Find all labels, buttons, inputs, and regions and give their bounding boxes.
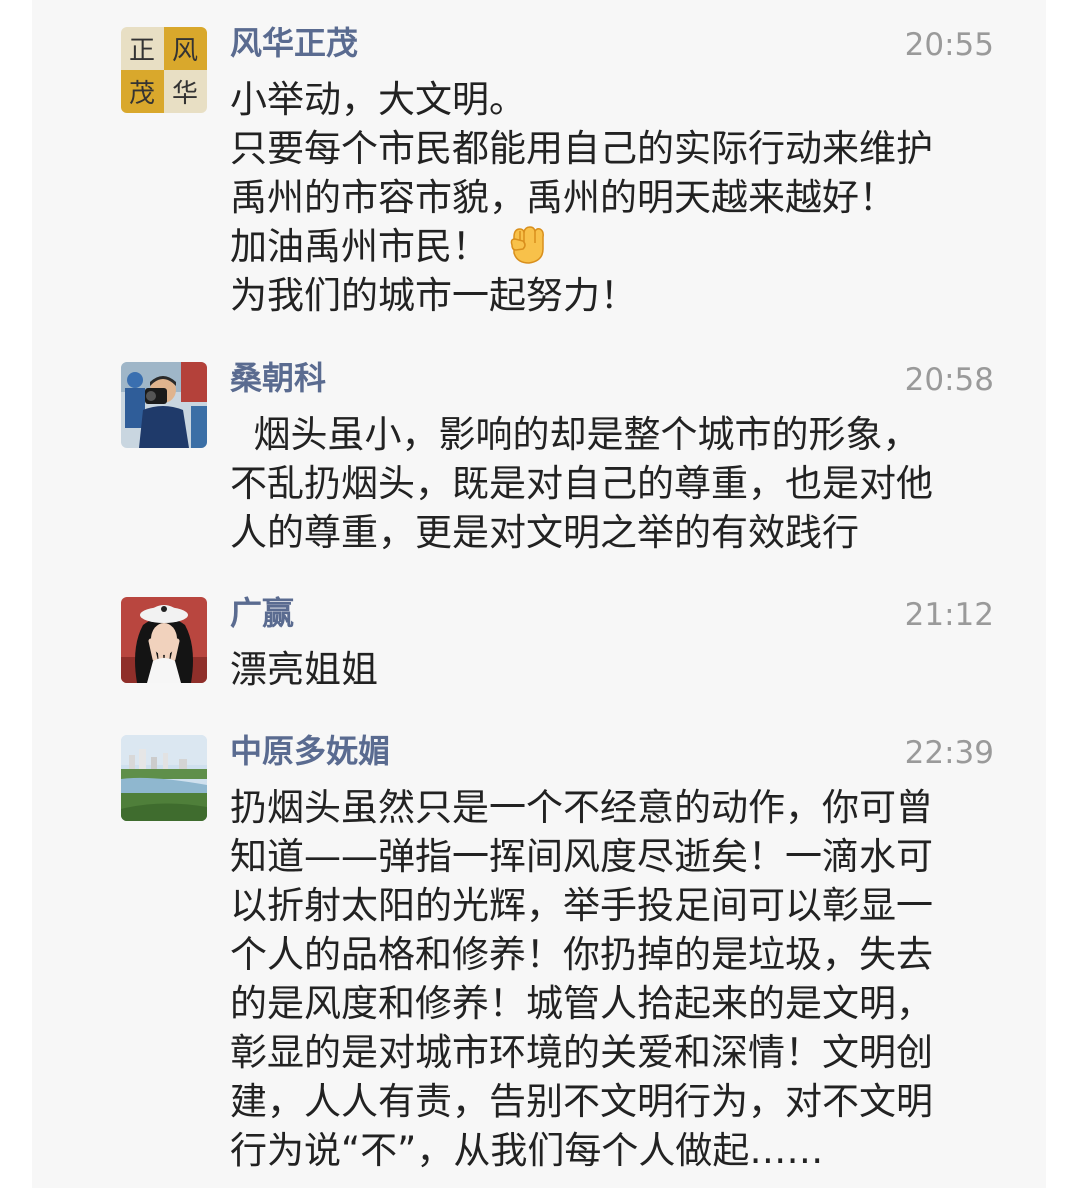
comment-line: 扔烟头虽然只是一个不经意的动作，你可曾	[230, 786, 933, 829]
commenter-name[interactable]: 中原多妩媚	[230, 731, 390, 771]
comment-line: 建，人人有责，告别不文明行为，对不文明	[230, 1080, 933, 1123]
comment-line: 为我们的城市一起努力！	[230, 274, 637, 317]
comment-line: 知道——弹指一挥间风度尽逝矣！一滴水可	[230, 835, 933, 878]
comment-line: 的是风度和修养！城管人拾起来的是文明，	[230, 982, 933, 1025]
comment-line: 不乱扔烟头，既是对自己的尊重，也是对他	[230, 462, 933, 505]
comment-text: 小举动，大文明。 只要每个市民都能用自己的实际行动来维护 禹州的市容市貌，禹州的…	[230, 75, 1014, 320]
comment-line: 只要每个市民都能用自己的实际行动来维护	[230, 127, 933, 170]
commenter-name[interactable]: 广赢	[230, 593, 294, 633]
comment-line: 小举动，大文明。	[230, 78, 526, 121]
comment-line-with-emoji: 加油禹州市民！	[230, 222, 1014, 271]
calligraphy-avatar-icon[interactable]: 正 风 茂 华	[121, 27, 207, 113]
comment-line: 加油禹州市民！	[230, 225, 489, 268]
comment-text: 扔烟头虽然只是一个不经意的动作，你可曾 知道——弹指一挥间风度尽逝矣！一滴水可 …	[230, 783, 1014, 1175]
comment-list: 正 风 茂 华 风华正茂 20:55 小举动，大文明。 只要每个市民都能用自己的…	[32, 0, 1046, 1188]
girl-avatar-icon[interactable]	[121, 597, 207, 683]
comment-line: 个人的品格和修养！你扔掉的是垃圾，失去	[230, 933, 933, 976]
comment-text: 漂亮姐姐	[230, 645, 1014, 694]
avatar-char: 茂	[129, 79, 155, 109]
comment-time: 22:39	[904, 735, 994, 771]
comment-time: 21:12	[904, 597, 994, 633]
avatar-char: 风	[172, 36, 198, 66]
commenter-name[interactable]: 桑朝科	[230, 358, 326, 398]
comment-line: 烟头虽小，影响的却是整个城市的形象，	[230, 413, 920, 456]
comment-line: 行为说“不”，从我们每个人做起……	[230, 1129, 824, 1172]
comment-line: 人的尊重，更是对文明之举的有效践行	[230, 511, 859, 554]
comment-time: 20:58	[904, 362, 994, 398]
comment-line: 以折射太阳的光辉，举手投足间可以彰显一	[230, 884, 933, 927]
comment-line: 禹州的市容市貌，禹州的明天越来越好！	[230, 176, 896, 219]
avatar-char: 正	[129, 36, 155, 66]
comment-line: 彰显的是对城市环境的关爱和深情！文明创	[230, 1031, 933, 1074]
comment-text: 烟头虽小，影响的却是整个城市的形象， 不乱扔烟头，既是对自己的尊重，也是对他 人…	[230, 410, 1014, 557]
avatar-char: 华	[172, 79, 198, 109]
raised-fist-icon	[505, 223, 549, 267]
comment-line: 漂亮姐姐	[230, 648, 378, 691]
cityscape-avatar-icon[interactable]	[121, 735, 207, 821]
photographer-avatar-icon[interactable]	[121, 362, 207, 448]
commenter-name[interactable]: 风华正茂	[230, 23, 358, 63]
comment-time: 20:55	[904, 27, 994, 63]
